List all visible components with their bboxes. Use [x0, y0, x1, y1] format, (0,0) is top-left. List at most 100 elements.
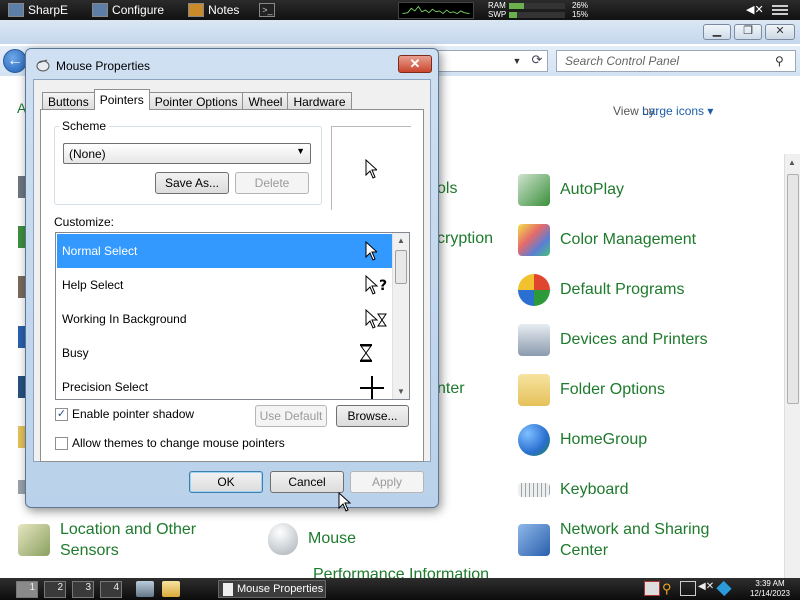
control-panel-scrollbar[interactable]: ▲: [784, 154, 800, 578]
partial-item-text[interactable]: cryption: [437, 230, 493, 248]
autoplay-item[interactable]: AutoPlay: [518, 174, 624, 206]
control-panel-titlebar: ▁ ❐ ✕: [0, 20, 800, 44]
keyboard-label: Keyboard: [560, 481, 629, 498]
notes-button[interactable]: Notes: [184, 1, 245, 19]
location-sensors-label: Location and Other Sensors: [60, 521, 197, 559]
maximize-button[interactable]: ❐: [734, 24, 762, 40]
refresh-button[interactable]: ⟳: [528, 52, 546, 70]
devices-printers-label: Devices and Printers: [560, 331, 708, 348]
svg-text:?: ?: [379, 278, 387, 294]
homegroup-icon: [518, 424, 550, 456]
folder-icon[interactable]: [162, 581, 180, 597]
cancel-button[interactable]: Cancel: [270, 471, 344, 493]
desktop-3-button[interactable]: 3: [72, 581, 94, 598]
location-sensors-item[interactable]: Location and Other Sensors: [18, 519, 210, 561]
flag-icon[interactable]: [644, 581, 660, 596]
folder-options-icon: [518, 374, 550, 406]
mouse-icon: [268, 523, 298, 555]
tab-hardware[interactable]: Hardware: [287, 92, 352, 110]
folder-options-item[interactable]: Folder Options: [518, 374, 665, 406]
scroll-up-icon[interactable]: ▲: [397, 236, 405, 245]
close-button[interactable]: ✕: [765, 24, 795, 40]
scroll-up-icon[interactable]: ▲: [788, 158, 796, 167]
menu-icon[interactable]: [766, 3, 794, 17]
sharpe-button[interactable]: SharpE: [4, 1, 74, 19]
mouse-item[interactable]: Mouse: [268, 523, 356, 555]
browse-button[interactable]: Browse...: [336, 405, 409, 427]
save-as-button[interactable]: Save As...: [155, 172, 229, 194]
tab-buttons[interactable]: Buttons: [42, 92, 95, 110]
ram-label: RAM: [488, 1, 506, 10]
apply-button[interactable]: Apply: [350, 471, 424, 493]
help-cursor-icon: ?: [365, 275, 387, 295]
autoplay-label: AutoPlay: [560, 181, 625, 198]
search-input[interactable]: Search Control Panel ⚲: [556, 50, 796, 72]
list-item[interactable]: Working In Background: [57, 302, 393, 336]
ok-button[interactable]: OK: [189, 471, 263, 493]
pointer-list[interactable]: Normal Select Help Select ? Working In B…: [55, 232, 410, 400]
tab-wheel[interactable]: Wheel: [242, 92, 289, 110]
delete-button[interactable]: Delete: [235, 172, 309, 194]
network-sharing-label: Network and Sharing Center: [560, 521, 710, 559]
autoplay-icon: [518, 174, 550, 206]
homegroup-item[interactable]: HomeGroup: [518, 424, 647, 456]
allow-themes-checkbox[interactable]: [55, 436, 68, 450]
scroll-thumb[interactable]: [787, 174, 799, 404]
working-cursor-icon: [365, 309, 387, 329]
list-item[interactable]: Busy: [57, 336, 393, 370]
desktop-4-button[interactable]: 4: [100, 581, 122, 598]
tab-pointers[interactable]: Pointers: [93, 89, 150, 110]
notes-label: Notes: [208, 3, 240, 17]
allow-themes-label: Allow themes to change mouse pointers: [72, 436, 285, 450]
volume-tray-icon[interactable]: ◀✕: [698, 581, 714, 596]
mouse-properties-icon: [36, 59, 50, 72]
tab-pointer-options[interactable]: Pointer Options: [148, 92, 244, 110]
partial-item-text[interactable]: nter: [437, 380, 465, 398]
clock-time: 3:39 AM: [755, 579, 785, 588]
ram-bar: [509, 2, 565, 9]
partial-item-text[interactable]: Performance Information: [313, 568, 489, 578]
list-item-label: Working In Background: [62, 312, 187, 326]
list-item[interactable]: Normal Select: [57, 234, 393, 268]
minimize-button[interactable]: ▁: [703, 24, 731, 40]
network-tray-icon[interactable]: [680, 581, 696, 596]
scheme-label: Scheme: [59, 119, 110, 133]
color-management-label: Color Management: [560, 231, 697, 248]
enable-shadow-label: Enable pointer shadow: [72, 407, 195, 421]
taskbar-mouse-properties[interactable]: Mouse Properties: [218, 580, 326, 598]
search-tray-icon[interactable]: ⚲: [662, 581, 678, 596]
allow-themes-checkbox-row[interactable]: Allow themes to change mouse pointers: [55, 436, 285, 450]
pointer-list-scrollbar[interactable]: ▲ ▼: [392, 233, 409, 399]
arrow-cursor-icon: [365, 241, 377, 261]
terminal-button[interactable]: >_: [255, 1, 281, 19]
monitor-icon: [8, 3, 24, 17]
list-item[interactable]: Help Select ?: [57, 268, 393, 302]
scheme-dropdown[interactable]: (None) ▼: [63, 143, 311, 164]
quicklaunch-app-icon[interactable]: [136, 581, 154, 597]
devices-printers-item[interactable]: Devices and Printers: [518, 324, 708, 356]
address-dropdown-button[interactable]: ▼: [510, 52, 524, 70]
scheme-value: (None): [69, 147, 106, 161]
scroll-down-icon[interactable]: ▼: [397, 387, 405, 396]
default-programs-item[interactable]: Default Programs: [518, 274, 685, 306]
enable-shadow-checkbox[interactable]: ✓: [55, 407, 68, 421]
configure-button[interactable]: Configure: [88, 1, 170, 19]
use-default-button[interactable]: Use Default: [255, 405, 327, 427]
list-item[interactable]: Precision Select: [57, 370, 393, 399]
view-by-dropdown[interactable]: Large icons ▾: [642, 104, 713, 118]
keyboard-item[interactable]: Keyboard: [518, 474, 629, 506]
desktop-2-button[interactable]: 2: [44, 581, 66, 598]
scroll-thumb[interactable]: [395, 250, 407, 284]
volume-mute-icon[interactable]: ◀✕: [746, 3, 764, 17]
app-tray-icon[interactable]: [716, 580, 732, 597]
network-sharing-item[interactable]: Network and Sharing Center: [518, 519, 720, 561]
partial-item-text[interactable]: ols: [437, 180, 457, 198]
enable-shadow-checkbox-row[interactable]: ✓ Enable pointer shadow: [55, 407, 194, 421]
dialog-close-button[interactable]: ✕: [398, 55, 432, 73]
color-management-item[interactable]: Color Management: [518, 224, 696, 256]
back-button[interactable]: ←: [3, 49, 27, 73]
configure-label: Configure: [112, 3, 165, 17]
clock[interactable]: 3:39 AM 12/14/2023: [744, 579, 796, 599]
search-icon[interactable]: ⚲: [775, 54, 789, 68]
desktop-1-button[interactable]: 1: [16, 581, 38, 598]
